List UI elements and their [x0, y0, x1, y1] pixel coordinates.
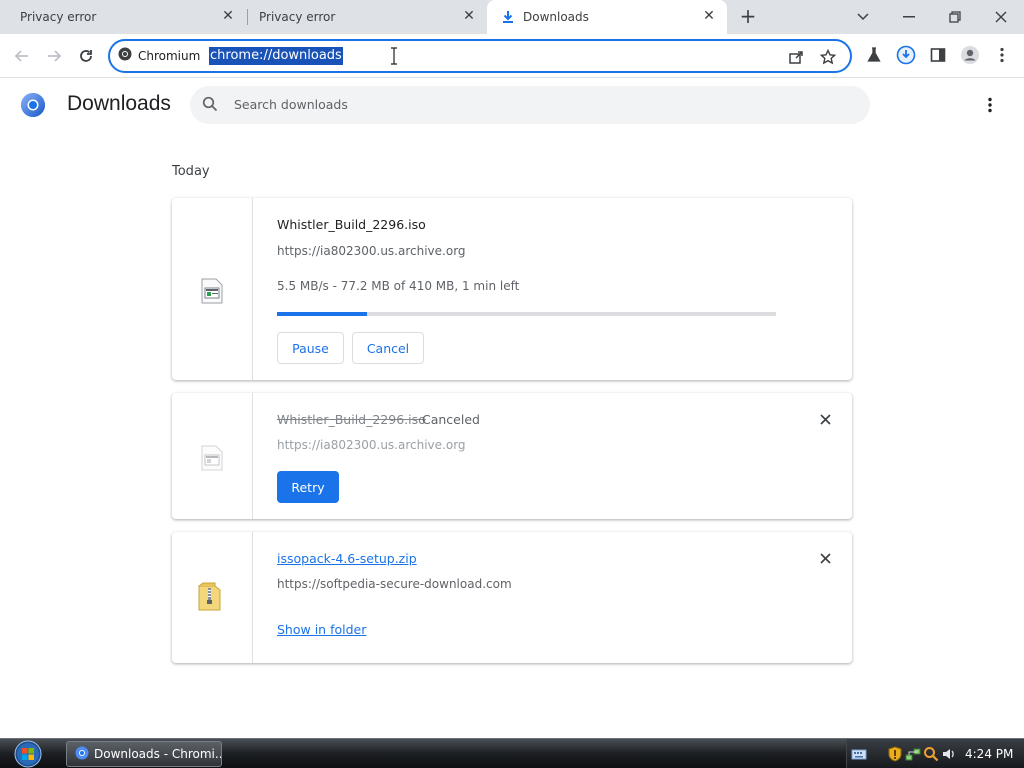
- tab-title: Downloads: [523, 10, 589, 24]
- file-icon-column: [172, 198, 253, 380]
- profile-avatar-icon[interactable]: [959, 44, 981, 66]
- file-icon-column: [172, 393, 253, 519]
- source-url[interactable]: https://ia802300.us.archive.org: [277, 244, 466, 258]
- tab-search-chevron-icon[interactable]: [840, 4, 886, 30]
- search-tray-icon[interactable]: [923, 746, 939, 762]
- download-item-canceled: Whistler_Build_2296.iso Canceled https:/…: [172, 393, 852, 519]
- clock[interactable]: 4:24 PM: [965, 747, 1013, 761]
- tab-privacy-error-2[interactable]: Privacy error ✕: [239, 0, 487, 34]
- tab-privacy-error-1[interactable]: Privacy error ✕: [0, 0, 246, 34]
- restore-icon[interactable]: [932, 4, 978, 30]
- start-button[interactable]: [8, 739, 48, 768]
- site-chip-label: Chromium: [138, 48, 201, 63]
- bookmark-star-icon[interactable]: [818, 47, 838, 67]
- chromium-logo-icon: [20, 92, 46, 122]
- cancel-button[interactable]: Cancel: [352, 332, 424, 364]
- minimize-icon[interactable]: [886, 4, 932, 30]
- taskbar: Downloads - Chromi... 4:24 PM: [0, 738, 1024, 768]
- chrome-menu-icon[interactable]: [991, 44, 1013, 66]
- tab-downloads[interactable]: Downloads ✕: [487, 0, 727, 34]
- tab-title: Privacy error: [259, 10, 336, 24]
- search-placeholder: Search downloads: [234, 97, 348, 112]
- iso-file-icon: [200, 278, 224, 308]
- progress-status: 5.5 MB/s - 77.2 MB of 410 MB, 1 min left: [277, 279, 520, 293]
- download-item-complete: issopack-4.6-setup.zip https://softpedia…: [172, 532, 852, 663]
- show-in-folder-link[interactable]: Show in folder: [277, 622, 366, 637]
- more-actions-icon[interactable]: [980, 95, 1000, 115]
- zip-folder-icon: [196, 582, 224, 616]
- text-cursor-icon: [390, 47, 398, 65]
- downloads-bubble-icon[interactable]: [895, 44, 917, 66]
- side-panel-icon[interactable]: [927, 44, 949, 66]
- taskbar-window-downloads[interactable]: Downloads - Chromi...: [66, 741, 222, 767]
- system-tray: 4:24 PM: [846, 739, 1024, 768]
- close-window-icon[interactable]: [978, 4, 1024, 30]
- file-icon-column: [172, 532, 253, 663]
- tab-strip: Privacy error ✕ Privacy error ✕ Download…: [0, 0, 1024, 34]
- close-icon[interactable]: ✕: [701, 8, 717, 24]
- site-info-chip[interactable]: Chromium: [118, 47, 200, 64]
- taskbar-window-label: Downloads - Chromi...: [94, 747, 222, 761]
- share-icon[interactable]: [786, 47, 806, 67]
- file-name-link[interactable]: issopack-4.6-setup.zip: [277, 551, 417, 566]
- reload-icon[interactable]: [74, 44, 98, 68]
- source-url[interactable]: https://softpedia-secure-download.com: [277, 577, 512, 591]
- keyboard-icon[interactable]: [851, 746, 867, 762]
- security-shield-icon[interactable]: [887, 746, 903, 762]
- source-url[interactable]: https://ia802300.us.archive.org: [277, 438, 466, 452]
- search-downloads-input[interactable]: Search downloads: [190, 86, 870, 124]
- url-text[interactable]: chrome://downloads: [209, 47, 343, 65]
- file-name: Whistler_Build_2296.iso: [277, 412, 426, 427]
- remove-item-close-icon[interactable]: [816, 410, 834, 428]
- download-icon: [501, 10, 515, 27]
- iso-file-icon: [200, 445, 224, 475]
- pause-button[interactable]: Pause: [277, 332, 344, 364]
- retry-button[interactable]: Retry: [277, 471, 339, 503]
- new-tab-button[interactable]: +: [738, 6, 758, 27]
- labs-flask-icon[interactable]: [863, 44, 885, 66]
- file-name[interactable]: Whistler_Build_2296.iso: [277, 217, 426, 232]
- chromium-logo-icon: [75, 746, 89, 763]
- back-arrow-icon[interactable]: [10, 44, 34, 68]
- volume-icon[interactable]: [941, 746, 957, 762]
- network-icon[interactable]: [905, 746, 921, 762]
- search-icon: [202, 96, 218, 116]
- page-title: Downloads: [67, 92, 171, 115]
- address-bar[interactable]: Chromium chrome://downloads: [108, 39, 852, 73]
- close-icon[interactable]: ✕: [220, 8, 236, 24]
- progress-bar: [277, 312, 776, 316]
- browser-toolbar: Chromium chrome://downloads: [0, 34, 1024, 78]
- remove-item-close-icon[interactable]: [816, 549, 834, 567]
- date-section-label: Today: [172, 164, 210, 179]
- status-canceled: Canceled: [422, 412, 480, 427]
- forward-arrow-icon[interactable]: [42, 44, 66, 68]
- chromium-logo-icon: [118, 47, 132, 64]
- close-icon[interactable]: ✕: [461, 8, 477, 24]
- progress-bar-fill: [277, 312, 367, 316]
- tab-title: Privacy error: [20, 10, 97, 24]
- download-item-in-progress: Whistler_Build_2296.iso https://ia802300…: [172, 198, 852, 380]
